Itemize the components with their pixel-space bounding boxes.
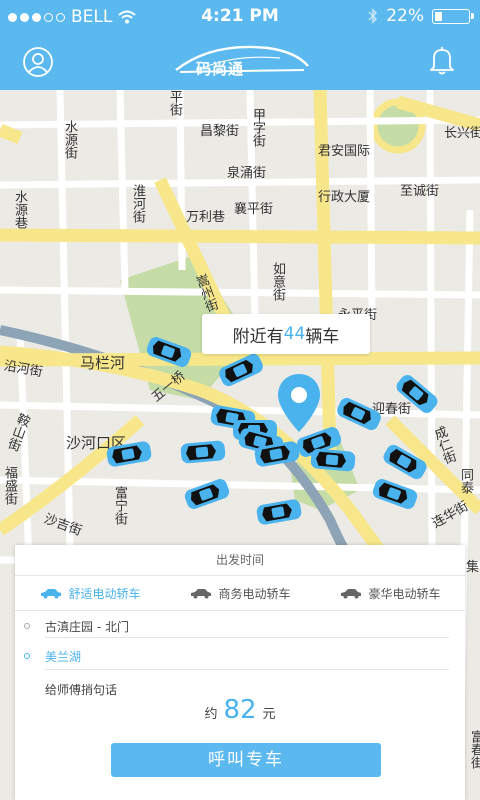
booking-card: 出发时间 舒适电动轿车 商务电动轿车 豪华电动轿车 古滇庄园 - 北门 美兰湖 …: [15, 545, 465, 800]
bell-icon[interactable]: [428, 46, 456, 76]
nearby-car-count: 44: [283, 324, 306, 344]
tab-label: 舒适电动轿车: [68, 586, 141, 601]
street-label: 昌黎街: [200, 124, 240, 139]
battery-percent: 22%: [386, 6, 424, 26]
price-unit: 元: [262, 707, 276, 722]
street-label: 水源巷: [12, 190, 27, 229]
call-car-button[interactable]: 呼叫专车: [111, 743, 381, 777]
street-label: 甲字街: [250, 108, 265, 147]
street-label: 襄平街: [234, 202, 274, 217]
street-label: 万利巷: [186, 210, 226, 225]
street-label: 平街: [167, 90, 182, 116]
street-label: 至诚街: [400, 184, 440, 199]
street-label: 如意街: [270, 262, 285, 301]
origin-text: 古滇庄园 - 北门: [45, 619, 129, 634]
destination-field[interactable]: 美兰湖: [15, 641, 465, 671]
street-label: 泉涌街: [227, 166, 267, 181]
departure-time-label[interactable]: 出发时间: [15, 545, 465, 576]
street-label: 长兴街: [444, 126, 480, 141]
price-value: 82: [223, 695, 257, 725]
user-icon[interactable]: [22, 46, 54, 78]
district-label: 马栏河: [80, 354, 126, 372]
street-label: 富春街: [468, 730, 480, 769]
street-label: 福盛街: [2, 466, 17, 505]
origin-marker-icon: [24, 623, 30, 629]
tab-label: 豪华电动轿车: [368, 586, 441, 601]
tab-business[interactable]: 商务电动轿车: [165, 576, 315, 610]
battery-icon: [432, 8, 474, 24]
bluetooth-icon: [368, 8, 378, 24]
tab-luxury[interactable]: 豪华电动轿车: [315, 576, 465, 610]
street-label: 富宁街: [112, 486, 127, 525]
street-label: 行政大厦: [318, 190, 371, 205]
car-marker-icon: [310, 448, 356, 472]
car-icon: [41, 589, 62, 599]
nearby-cars-bubble: 附近有 44 辆车: [202, 314, 370, 354]
street-label: 同泰: [458, 468, 473, 494]
street-label: 君安国际: [318, 144, 371, 159]
destination-text: 美兰湖: [45, 649, 82, 664]
car-marker-icon: [180, 440, 226, 464]
bubble-prefix: 附近有: [232, 326, 284, 347]
street-label: 集: [466, 560, 480, 575]
tab-comfort[interactable]: 舒适电动轿车: [15, 576, 165, 610]
tab-label: 商务电动轿车: [218, 586, 291, 601]
divider: [45, 637, 449, 638]
top-bar: BELL 4:21 PM 22% 码尚通: [0, 0, 480, 90]
divider: [45, 669, 449, 670]
car-icon: [191, 589, 212, 599]
street-label: 水源街: [62, 120, 77, 159]
logo-text: 码尚通: [196, 60, 245, 78]
fare-estimate: 约 82 元: [15, 695, 465, 725]
car-icon: [341, 589, 362, 599]
status-bar: BELL 4:21 PM 22%: [0, 0, 480, 34]
destination-marker-icon: [24, 653, 30, 659]
bubble-suffix: 辆车: [305, 326, 340, 347]
price-prefix: 约: [204, 707, 218, 722]
street-label: 淮河街: [130, 184, 145, 223]
location-pin-icon[interactable]: [276, 372, 322, 436]
car-type-tabs: 舒适电动轿车 商务电动轿车 豪华电动轿车: [15, 576, 465, 611]
